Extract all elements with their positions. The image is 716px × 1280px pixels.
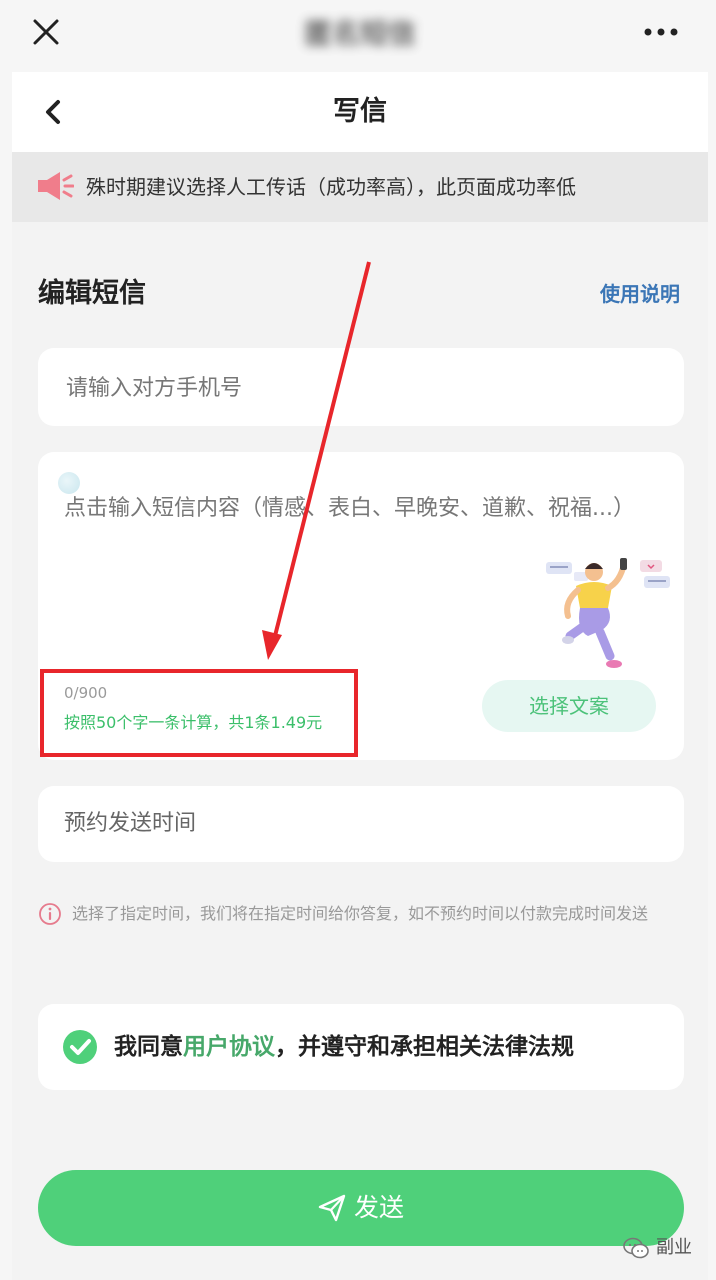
close-icon[interactable]	[30, 16, 62, 48]
chevron-left-icon[interactable]	[40, 96, 68, 128]
webview-title: 匿名短信	[303, 17, 416, 50]
help-link[interactable]: 使用说明	[600, 280, 680, 308]
send-label: 发送	[354, 1193, 405, 1222]
person-illustration	[546, 558, 670, 668]
schedule-info-text: 选择了指定时间，我们将在指定时间给你答复，如不预约时间以付款完成时间发送	[72, 904, 649, 923]
checkmark-circle-icon[interactable]	[62, 1029, 98, 1065]
left-margin	[0, 0, 12, 1280]
webview-topbar: 匿名短信	[0, 0, 716, 72]
right-margin	[708, 0, 716, 1280]
wechat-icon	[623, 1237, 649, 1259]
schedule-time-field[interactable]: 预约发送时间	[38, 786, 684, 862]
agreement-text: 我同意用户协议，并遵守和承担相关法律法规	[114, 1004, 574, 1090]
info-icon	[39, 903, 61, 925]
annotation-highlight-box	[40, 669, 358, 757]
user-agreement-link[interactable]: 用户协议	[183, 1034, 275, 1060]
agreement-suffix: ，并遵守和承担相关法律法规	[275, 1034, 574, 1060]
phone-input[interactable]	[64, 348, 658, 428]
notice-text: 殊时期建议选择人工传话（成功率高），此页面成功率低	[86, 175, 576, 199]
more-dots-icon[interactable]	[640, 22, 684, 42]
loading-indicator	[58, 472, 80, 494]
agreement-prefix: 我同意	[114, 1034, 183, 1060]
page-title: 写信	[333, 96, 387, 127]
section-title: 编辑短信	[38, 278, 146, 309]
notice-banner: 殊时期建议选择人工传话（成功率高），此页面成功率低	[12, 152, 708, 222]
send-button[interactable]: 发送	[38, 1170, 684, 1246]
speaker-icon	[38, 172, 74, 200]
page-navbar: 写信	[12, 72, 708, 152]
choose-template-button[interactable]: 选择文案	[482, 680, 656, 732]
watermark-text: 副业	[656, 1237, 692, 1258]
schedule-label: 预约发送时间	[64, 811, 197, 836]
send-icon	[318, 1194, 346, 1222]
phone-card	[38, 348, 684, 428]
agreement-card: 我同意用户协议，并遵守和承担相关法律法规	[38, 1004, 684, 1090]
